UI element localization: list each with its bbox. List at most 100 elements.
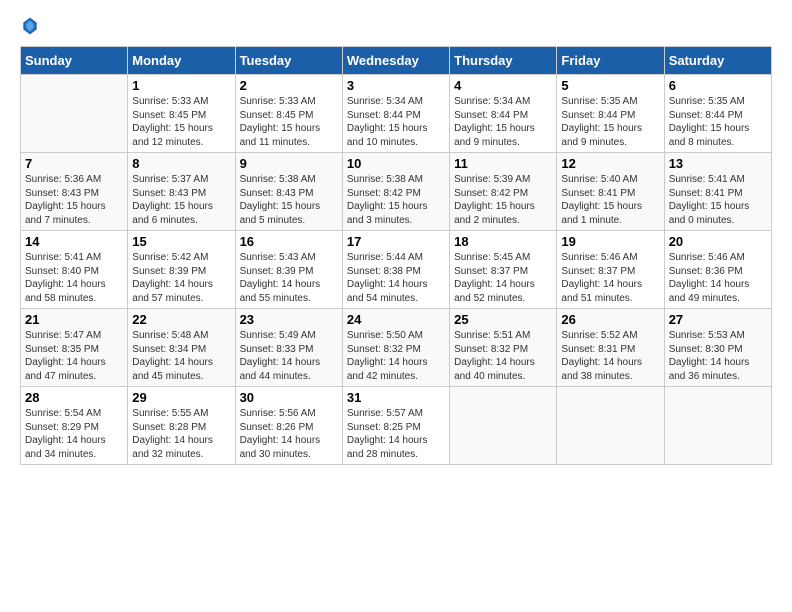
calendar-cell: 8Sunrise: 5:37 AMSunset: 8:43 PMDaylight… <box>128 153 235 231</box>
day-number: 27 <box>669 312 767 327</box>
day-number: 30 <box>240 390 338 405</box>
day-number: 26 <box>561 312 659 327</box>
calendar-cell: 23 Sunrise: 5:49 AMSunset: 8:33 PMDayligh… <box>235 309 342 387</box>
day-number: 18 <box>454 234 552 249</box>
day-info: Sunrise: 5:33 AMSunset: 8:45 PMDaylight:… <box>240 95 338 149</box>
day-number: 15 <box>132 234 230 249</box>
calendar-cell: 25Sunrise: 5:51 AMSunset: 8:32 PMDayligh… <box>450 309 557 387</box>
calendar-cell: 16 Sunrise: 5:43 AMSunset: 8:39 PMDayligh… <box>235 231 342 309</box>
day-info: Sunrise: 5:40 AMSunset: 8:41 PMDaylight:… <box>561 173 659 227</box>
calendar-container: SundayMondayTuesdayWednesdayThursdayFrid… <box>0 0 792 475</box>
calendar-cell: 12 Sunrise: 5:40 AMSunset: 8:41 PMDayligh… <box>557 153 664 231</box>
day-number: 7 <box>25 156 123 171</box>
weekday-header-wednesday: Wednesday <box>342 47 449 75</box>
day-number: 1 <box>132 78 230 93</box>
day-info: Sunrise: 5:33 AMSunset: 8:45 PMDaylight:… <box>132 95 230 149</box>
day-info: Sunrise: 5:34 AMSunset: 8:44 PMDaylight:… <box>454 95 552 149</box>
day-info: Sunrise: 5:39 AMSunset: 8:42 PMDaylight:… <box>454 173 552 227</box>
calendar-cell: 29 Sunrise: 5:55 AMSunset: 8:28 PMDayligh… <box>128 387 235 465</box>
calendar-cell: 6Sunrise: 5:35 AMSunset: 8:44 PMDaylight… <box>664 75 771 153</box>
day-number: 25 <box>454 312 552 327</box>
calendar-cell: 21Sunrise: 5:47 AMSunset: 8:35 PMDayligh… <box>21 309 128 387</box>
day-number: 19 <box>561 234 659 249</box>
calendar-body: 1 Sunrise: 5:33 AMSunset: 8:45 PMDaylight… <box>21 75 772 465</box>
calendar-cell: 5 Sunrise: 5:35 AMSunset: 8:44 PMDaylight… <box>557 75 664 153</box>
day-info: Sunrise: 5:57 AMSunset: 8:25 PMDaylight:… <box>347 407 445 461</box>
day-info: Sunrise: 5:53 AMSunset: 8:30 PMDaylight:… <box>669 329 767 383</box>
day-info: Sunrise: 5:56 AMSunset: 8:26 PMDaylight:… <box>240 407 338 461</box>
day-number: 11 <box>454 156 552 171</box>
week-row-3: 14 Sunrise: 5:41 AMSunset: 8:40 PMDayligh… <box>21 231 772 309</box>
weekday-header-row: SundayMondayTuesdayWednesdayThursdayFrid… <box>21 47 772 75</box>
calendar-cell: 2 Sunrise: 5:33 AMSunset: 8:45 PMDaylight… <box>235 75 342 153</box>
day-number: 10 <box>347 156 445 171</box>
calendar-cell: 22 Sunrise: 5:48 AMSunset: 8:34 PMDayligh… <box>128 309 235 387</box>
calendar-cell: 3 Sunrise: 5:34 AMSunset: 8:44 PMDaylight… <box>342 75 449 153</box>
day-number: 16 <box>240 234 338 249</box>
calendar-cell <box>21 75 128 153</box>
day-number: 22 <box>132 312 230 327</box>
calendar-cell <box>557 387 664 465</box>
day-info: Sunrise: 5:35 AMSunset: 8:44 PMDaylight:… <box>669 95 767 149</box>
day-number: 9 <box>240 156 338 171</box>
day-info: Sunrise: 5:34 AMSunset: 8:44 PMDaylight:… <box>347 95 445 149</box>
logo-icon <box>20 16 40 36</box>
day-info: Sunrise: 5:55 AMSunset: 8:28 PMDaylight:… <box>132 407 230 461</box>
calendar-cell: 28 Sunrise: 5:54 AMSunset: 8:29 PMDayligh… <box>21 387 128 465</box>
weekday-header-friday: Friday <box>557 47 664 75</box>
weekday-header-saturday: Saturday <box>664 47 771 75</box>
calendar-cell: 11 Sunrise: 5:39 AMSunset: 8:42 PMDayligh… <box>450 153 557 231</box>
day-info: Sunrise: 5:54 AMSunset: 8:29 PMDaylight:… <box>25 407 123 461</box>
day-info: Sunrise: 5:52 AMSunset: 8:31 PMDaylight:… <box>561 329 659 383</box>
weekday-header-tuesday: Tuesday <box>235 47 342 75</box>
day-info: Sunrise: 5:42 AMSunset: 8:39 PMDaylight:… <box>132 251 230 305</box>
calendar-cell: 31 Sunrise: 5:57 AMSunset: 8:25 PMDayligh… <box>342 387 449 465</box>
weekday-header-monday: Monday <box>128 47 235 75</box>
day-info: Sunrise: 5:43 AMSunset: 8:39 PMDaylight:… <box>240 251 338 305</box>
day-number: 3 <box>347 78 445 93</box>
day-info: Sunrise: 5:44 AMSunset: 8:38 PMDaylight:… <box>347 251 445 305</box>
week-row-2: 7Sunrise: 5:36 AMSunset: 8:43 PMDaylight… <box>21 153 772 231</box>
day-number: 2 <box>240 78 338 93</box>
header-row <box>20 16 772 36</box>
weekday-header-sunday: Sunday <box>21 47 128 75</box>
day-info: Sunrise: 5:46 AMSunset: 8:37 PMDaylight:… <box>561 251 659 305</box>
day-info: Sunrise: 5:50 AMSunset: 8:32 PMDaylight:… <box>347 329 445 383</box>
calendar-cell: 4 Sunrise: 5:34 AMSunset: 8:44 PMDaylight… <box>450 75 557 153</box>
calendar-cell: 24 Sunrise: 5:50 AMSunset: 8:32 PMDayligh… <box>342 309 449 387</box>
day-info: Sunrise: 5:49 AMSunset: 8:33 PMDaylight:… <box>240 329 338 383</box>
day-number: 12 <box>561 156 659 171</box>
day-number: 28 <box>25 390 123 405</box>
calendar-cell <box>450 387 557 465</box>
calendar-header: SundayMondayTuesdayWednesdayThursdayFrid… <box>21 47 772 75</box>
calendar-cell: 17 Sunrise: 5:44 AMSunset: 8:38 PMDayligh… <box>342 231 449 309</box>
day-number: 24 <box>347 312 445 327</box>
logo <box>20 16 44 36</box>
calendar-cell: 13 Sunrise: 5:41 AMSunset: 8:41 PMDayligh… <box>664 153 771 231</box>
calendar-cell: 19 Sunrise: 5:46 AMSunset: 8:37 PMDayligh… <box>557 231 664 309</box>
day-info: Sunrise: 5:41 AMSunset: 8:40 PMDaylight:… <box>25 251 123 305</box>
calendar-cell: 26 Sunrise: 5:52 AMSunset: 8:31 PMDayligh… <box>557 309 664 387</box>
day-number: 14 <box>25 234 123 249</box>
day-number: 23 <box>240 312 338 327</box>
calendar-cell: 30 Sunrise: 5:56 AMSunset: 8:26 PMDayligh… <box>235 387 342 465</box>
day-info: Sunrise: 5:48 AMSunset: 8:34 PMDaylight:… <box>132 329 230 383</box>
day-number: 4 <box>454 78 552 93</box>
calendar-cell: 9Sunrise: 5:38 AMSunset: 8:43 PMDaylight… <box>235 153 342 231</box>
week-row-5: 28 Sunrise: 5:54 AMSunset: 8:29 PMDayligh… <box>21 387 772 465</box>
day-number: 13 <box>669 156 767 171</box>
day-number: 21 <box>25 312 123 327</box>
calendar-cell: 14 Sunrise: 5:41 AMSunset: 8:40 PMDayligh… <box>21 231 128 309</box>
week-row-1: 1 Sunrise: 5:33 AMSunset: 8:45 PMDaylight… <box>21 75 772 153</box>
day-number: 29 <box>132 390 230 405</box>
day-number: 20 <box>669 234 767 249</box>
day-number: 17 <box>347 234 445 249</box>
day-number: 5 <box>561 78 659 93</box>
day-info: Sunrise: 5:35 AMSunset: 8:44 PMDaylight:… <box>561 95 659 149</box>
day-info: Sunrise: 5:41 AMSunset: 8:41 PMDaylight:… <box>669 173 767 227</box>
day-number: 8 <box>132 156 230 171</box>
day-number: 31 <box>347 390 445 405</box>
day-info: Sunrise: 5:38 AMSunset: 8:42 PMDaylight:… <box>347 173 445 227</box>
calendar-cell <box>664 387 771 465</box>
calendar-cell: 18Sunrise: 5:45 AMSunset: 8:37 PMDayligh… <box>450 231 557 309</box>
